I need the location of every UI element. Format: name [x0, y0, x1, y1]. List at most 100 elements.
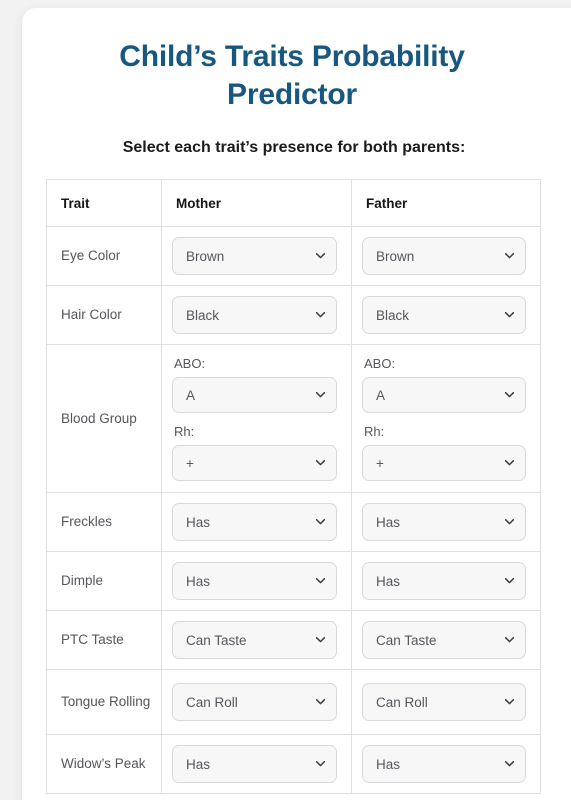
cell-widow-s-peak-mother: Has: [161, 734, 352, 794]
chevron-down-icon: [316, 253, 325, 259]
select-value: Can Roll: [186, 695, 238, 710]
abo-label-mother: ABO:: [174, 356, 206, 372]
cell-eye-color-father: Brown: [351, 226, 541, 286]
trait-label-hair-color: Hair Color: [46, 285, 162, 345]
trait-label-widow-s-peak: Widow’s Peak: [46, 734, 162, 794]
select-ptc-taste-father[interactable]: Can Taste: [362, 621, 526, 659]
table-row: PTC Taste Can Taste Can Taste: [46, 610, 541, 670]
cell-tongue-rolling-mother: Can Roll: [161, 669, 352, 735]
trait-label-ptc-taste: PTC Taste: [46, 610, 162, 670]
trait-label-blood-group: Blood Group: [46, 344, 162, 493]
select-widow-s-peak-mother[interactable]: Has: [172, 745, 337, 783]
cell-ptc-taste-father: Can Taste: [351, 610, 541, 670]
select-dimple-mother[interactable]: Has: [172, 562, 337, 600]
traits-table-body: Eye Color Brown Brown Hair Color Black Black B…: [46, 226, 541, 794]
cell-ptc-taste-mother: Can Taste: [161, 610, 352, 670]
table-row: Hair Color Black Black: [46, 285, 541, 345]
select-rh-mother[interactable]: +: [172, 444, 337, 481]
select-value: Black: [186, 308, 220, 323]
select-value: A: [186, 388, 196, 403]
trait-label-freckles: Freckles: [46, 492, 162, 552]
column-header-father: Father: [351, 179, 541, 227]
select-tongue-rolling-mother[interactable]: Can Roll: [172, 683, 337, 721]
select-rh-father[interactable]: +: [362, 444, 526, 481]
abo-label-father: ABO:: [364, 356, 396, 372]
table-row: Freckles Has Has: [46, 492, 541, 552]
chevron-down-icon: [505, 699, 514, 705]
select-value: Can Taste: [376, 633, 437, 648]
select-freckles-father[interactable]: Has: [362, 503, 526, 541]
chevron-down-icon: [316, 392, 325, 398]
chevron-down-icon: [505, 761, 514, 767]
table-row: Dimple Has Has: [46, 551, 541, 611]
chevron-down-icon: [316, 459, 325, 466]
select-eye-color-mother[interactable]: Brown: [172, 237, 337, 275]
chevron-down-icon: [316, 519, 325, 525]
trait-label-dimple: Dimple: [46, 551, 162, 611]
cell-hair-color-father: Black: [351, 285, 541, 345]
traits-table: Trait Mother Father Eye Color Brown Brown H…: [46, 179, 541, 794]
app-card: Child’s Traits Probability Predictor Sel…: [22, 8, 571, 800]
select-value: Has: [376, 574, 401, 589]
chevron-down-icon: [505, 253, 514, 259]
cell-blood-group-mother: ABO: A Rh: +: [161, 344, 352, 493]
rh-label-mother: Rh:: [174, 424, 195, 439]
cell-dimple-mother: Has: [161, 551, 352, 611]
chevron-down-icon: [316, 578, 325, 584]
select-value: Has: [186, 574, 211, 589]
chevron-down-icon: [505, 637, 514, 643]
select-hair-color-mother[interactable]: Black: [172, 296, 337, 334]
chevron-down-icon: [505, 578, 514, 584]
column-header-trait: Trait: [46, 179, 162, 227]
cell-tongue-rolling-father: Can Roll: [351, 669, 541, 735]
page-root: Child’s Traits Probability Predictor Sel…: [0, 0, 571, 800]
table-row: Blood Group ABO: A Rh: + ABO: A Rh: +: [46, 344, 541, 493]
select-widow-s-peak-father[interactable]: Has: [362, 745, 526, 783]
select-value: Has: [376, 515, 401, 530]
chevron-down-icon: [316, 312, 325, 318]
select-value: +: [186, 455, 194, 471]
table-header-row: Trait Mother Father: [46, 179, 541, 227]
select-eye-color-father[interactable]: Brown: [362, 237, 526, 275]
select-value: Can Roll: [376, 695, 428, 710]
select-value: Has: [186, 757, 211, 772]
cell-widow-s-peak-father: Has: [351, 734, 541, 794]
page-subtitle: Select each trait’s presence for both pa…: [122, 139, 466, 156]
cell-freckles-mother: Has: [161, 492, 352, 552]
table-row: Widow’s Peak Has Has: [46, 734, 541, 794]
rh-label-father: Rh:: [364, 424, 385, 439]
table-row: Tongue Rolling Can Roll Can Roll: [46, 669, 541, 735]
select-value: +: [376, 455, 384, 471]
select-value: Brown: [186, 249, 225, 264]
chevron-down-icon: [505, 392, 514, 398]
traits-table-container: Trait Mother Father Eye Color Brown Brown H…: [22, 157, 571, 794]
chevron-down-icon: [505, 519, 514, 525]
select-dimple-father[interactable]: Has: [362, 562, 526, 600]
select-freckles-mother[interactable]: Has: [172, 503, 337, 541]
chevron-down-icon: [316, 637, 325, 643]
select-hair-color-father[interactable]: Black: [362, 296, 526, 334]
chevron-down-icon: [505, 459, 514, 466]
cell-dimple-father: Has: [351, 551, 541, 611]
cell-hair-color-mother: Black: [161, 285, 352, 345]
select-tongue-rolling-father[interactable]: Can Roll: [362, 683, 526, 721]
trait-label-tongue-rolling: Tongue Rolling: [46, 669, 162, 735]
column-header-mother: Mother: [161, 179, 352, 227]
select-ptc-taste-mother[interactable]: Can Taste: [172, 621, 337, 659]
select-value: Has: [186, 515, 211, 530]
select-value: Has: [376, 757, 401, 772]
page-title: Child’s Traits Probability Predictor: [119, 40, 465, 111]
cell-eye-color-mother: Brown: [161, 226, 352, 286]
chevron-down-icon: [316, 761, 325, 767]
select-value: A: [376, 388, 386, 403]
chevron-down-icon: [505, 312, 514, 318]
table-row: Eye Color Brown Brown: [46, 226, 541, 286]
select-abo-father[interactable]: A: [362, 377, 526, 413]
traits-table-head: Trait Mother Father: [46, 179, 541, 227]
cell-blood-group-father: ABO: A Rh: +: [351, 344, 541, 493]
cell-freckles-father: Has: [351, 492, 541, 552]
select-value: Can Taste: [186, 633, 247, 648]
select-abo-mother[interactable]: A: [172, 377, 337, 413]
select-value: Brown: [376, 249, 415, 264]
chevron-down-icon: [316, 699, 325, 705]
